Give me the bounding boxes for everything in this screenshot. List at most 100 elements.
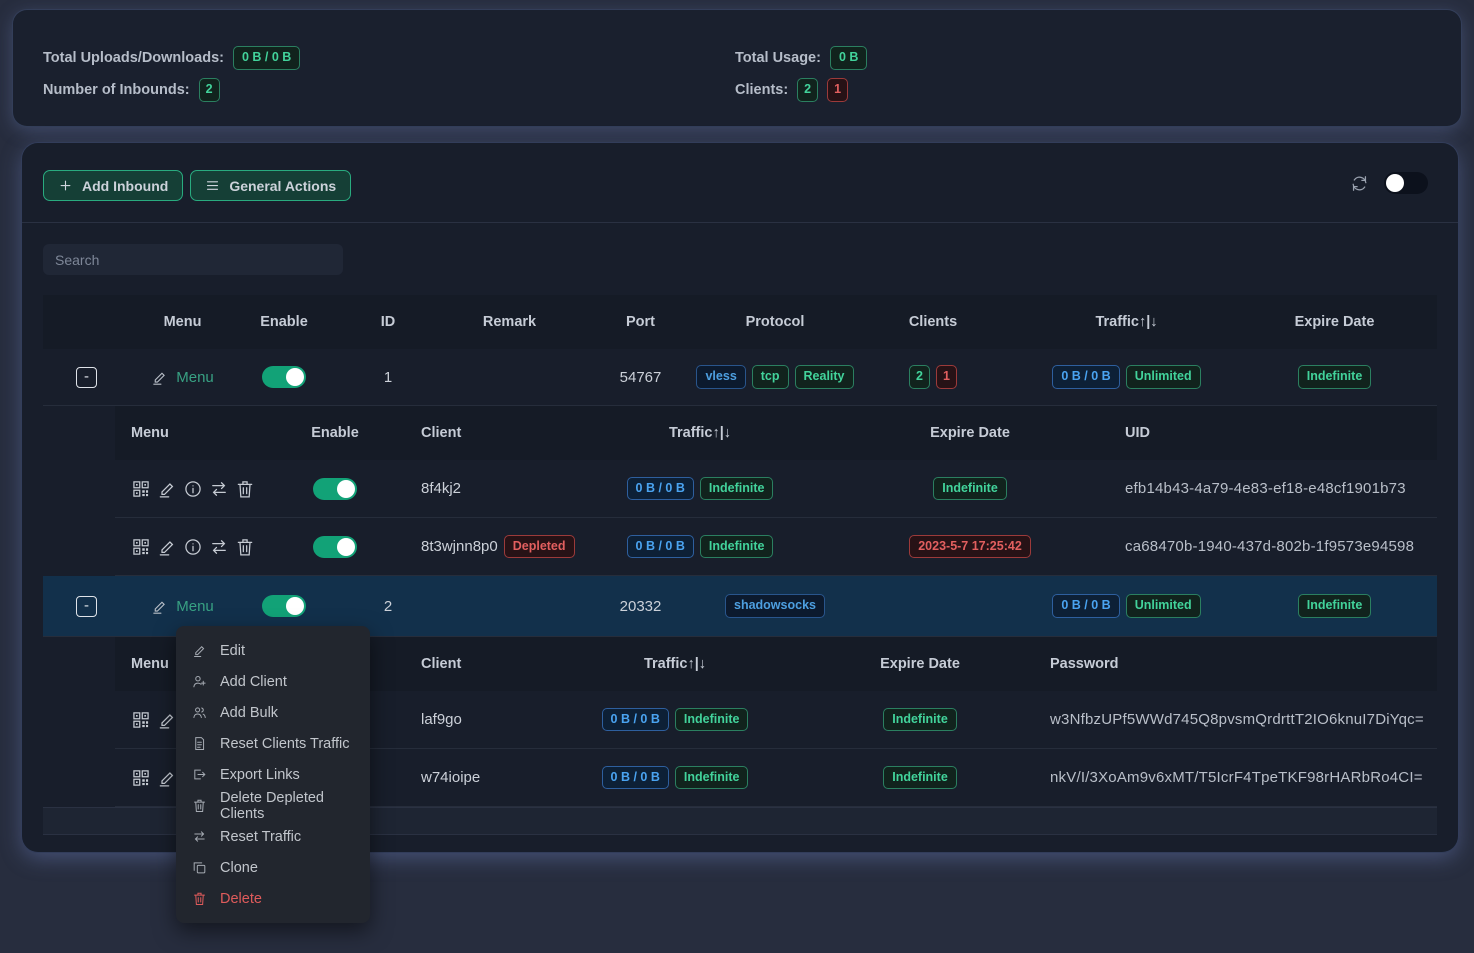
header-traffic-sort[interactable]: Traffic↑|↓ — [1021, 295, 1232, 349]
file-icon — [192, 736, 207, 751]
pencil-icon — [151, 369, 168, 386]
edit-client-icon[interactable] — [157, 537, 177, 557]
total-usage-stat: Total Usage: 0 B — [735, 46, 867, 70]
expire-badge: Indefinite — [1298, 365, 1372, 388]
inbound-menu-button[interactable]: Menu — [151, 598, 214, 615]
general-actions-button[interactable]: General Actions — [190, 170, 351, 201]
reset-traffic-icon[interactable] — [209, 537, 229, 557]
total-uploads-downloads-stat: Total Uploads/Downloads: 0 B / 0 B — [43, 46, 300, 70]
client-uid: ca68470b-1940-437d-802b-1f9573e94598 — [1125, 518, 1437, 575]
traffic-badge: 0 B / 0 B — [627, 535, 694, 558]
number-of-inbounds-stat: Number of Inbounds: 2 — [43, 78, 300, 102]
collapse-row-button[interactable]: - — [76, 596, 97, 617]
inbound-menu-button[interactable]: Menu — [151, 369, 214, 386]
client-row-8t3wjnn8p0[interactable]: 8t3wjnn8p0 Depleted 0 B / 0 B Indefinite… — [115, 518, 1437, 576]
clients-active-count: 2 — [797, 78, 818, 101]
traffic-limit-badge: Indefinite — [675, 766, 749, 789]
enable-toggle[interactable] — [313, 536, 357, 558]
delete-client-icon[interactable] — [235, 537, 255, 557]
header-port: Port — [576, 295, 705, 349]
inbound-1-clients-table: Menu Enable Client Traffic↑|↓ Expire Dat… — [115, 406, 1437, 576]
transport-badge: tcp — [752, 365, 789, 388]
menu-item-add-bulk[interactable]: Add Bulk — [176, 697, 370, 728]
clients-label: Clients: — [735, 82, 788, 98]
client-row-8f4kj2[interactable]: 8f4kj2 0 B / 0 B Indefinite Indefinite e… — [115, 460, 1437, 518]
traffic-badge: 0 B / 0 B — [602, 766, 669, 789]
client-password: w3NfbzUPf5WWd745Q8pvsmQrdrttT2IO6knuI7Di… — [1050, 691, 1437, 748]
client-name: 8t3wjnn8p0 — [421, 538, 498, 555]
total-usage-label: Total Usage: — [735, 50, 821, 66]
search-input[interactable] — [43, 244, 343, 275]
edit-client-icon[interactable] — [157, 768, 177, 788]
header-menu: Menu — [115, 406, 275, 460]
clients-table-header: Menu Enable Client Traffic↑|↓ Expire Dat… — [115, 406, 1437, 460]
enable-toggle[interactable] — [313, 478, 357, 500]
qr-code-icon[interactable] — [131, 479, 151, 499]
refresh-icon[interactable] — [1350, 174, 1369, 193]
header-traffic-sort[interactable]: Traffic↑|↓ — [585, 406, 815, 460]
number-of-inbounds-label: Number of Inbounds: — [43, 82, 190, 98]
inbound-port: 54767 — [576, 349, 705, 405]
toolbar: Add Inbound General Actions — [43, 170, 351, 201]
qr-code-icon[interactable] — [131, 537, 151, 557]
header-expire-date: Expire Date — [1232, 295, 1437, 349]
traffic-badge: 0 B / 0 B — [602, 708, 669, 731]
info-icon[interactable] — [183, 537, 203, 557]
menu-item-clone[interactable]: Clone — [176, 852, 370, 883]
delete-client-icon[interactable] — [235, 479, 255, 499]
traffic-limit-badge: Unlimited — [1126, 594, 1201, 617]
traffic-limit-badge: Indefinite — [700, 477, 774, 500]
edit-icon — [192, 643, 207, 658]
menu-item-reset-clients-traffic[interactable]: Reset Clients Traffic — [176, 728, 370, 759]
traffic-badge: 0 B / 0 B — [627, 477, 694, 500]
swap-icon — [192, 829, 207, 844]
expire-badge: Indefinite — [883, 708, 957, 731]
header-expire-date: Expire Date — [815, 406, 1125, 460]
traffic-badge: 0 B / 0 B — [1052, 365, 1119, 388]
reset-traffic-icon[interactable] — [209, 479, 229, 499]
menu-item-add-client[interactable]: Add Client — [176, 666, 370, 697]
inbound-port: 20332 — [576, 576, 705, 636]
plus-icon — [58, 178, 73, 193]
header-expire-date: Expire Date — [790, 637, 1050, 691]
clients-stat: Clients: 2 1 — [735, 78, 867, 102]
client-name: 8f4kj2 — [395, 460, 585, 517]
traffic-badge: 0 B / 0 B — [1052, 594, 1119, 617]
hamburger-icon — [205, 178, 220, 193]
header-enable: Enable — [275, 406, 395, 460]
total-uploads-downloads-value: 0 B / 0 B — [233, 46, 300, 69]
qr-code-icon[interactable] — [131, 768, 151, 788]
inbound-row-1[interactable]: - Menu 1 54767 vless tcp Reality 2 1 0 B… — [43, 349, 1437, 406]
depleted-badge: Depleted — [504, 535, 575, 558]
edit-client-icon[interactable] — [157, 479, 177, 499]
menu-item-edit[interactable]: Edit — [176, 635, 370, 666]
stats-card: Total Uploads/Downloads: 0 B / 0 B Numbe… — [13, 10, 1461, 126]
menu-item-export-links[interactable]: Export Links — [176, 759, 370, 790]
traffic-limit-badge: Unlimited — [1126, 365, 1201, 388]
dark-mode-toggle[interactable] — [1384, 172, 1428, 194]
qr-code-icon[interactable] — [131, 710, 151, 730]
client-uid: efb14b43-4a79-4e83-ef18-e48cf1901b73 — [1125, 460, 1437, 517]
protocol-badge: vless — [696, 365, 745, 388]
enable-toggle[interactable] — [262, 366, 306, 388]
clients-depleted-badge: 1 — [936, 365, 957, 388]
edit-client-icon[interactable] — [157, 710, 177, 730]
header-id: ID — [333, 295, 443, 349]
menu-item-reset-traffic[interactable]: Reset Traffic — [176, 821, 370, 852]
export-icon — [192, 767, 207, 782]
enable-toggle[interactable] — [262, 595, 306, 617]
info-icon[interactable] — [183, 479, 203, 499]
add-inbound-label: Add Inbound — [82, 178, 168, 194]
inbound-remark — [443, 576, 576, 636]
users-icon — [192, 705, 207, 720]
add-user-icon — [192, 674, 207, 689]
collapse-row-button[interactable]: - — [76, 367, 97, 388]
inbound-context-menu: Edit Add Client Add Bulk Reset Clients T… — [176, 626, 370, 923]
protocol-badge: shadowsocks — [725, 594, 825, 617]
add-inbound-button[interactable]: Add Inbound — [43, 170, 183, 201]
menu-item-delete[interactable]: Delete — [176, 883, 370, 914]
clients-depleted-count: 1 — [827, 78, 848, 101]
header-uid: UID — [1125, 406, 1437, 460]
header-traffic-sort[interactable]: Traffic↑|↓ — [560, 637, 790, 691]
menu-item-delete-depleted-clients[interactable]: Delete Depleted Clients — [176, 790, 370, 821]
